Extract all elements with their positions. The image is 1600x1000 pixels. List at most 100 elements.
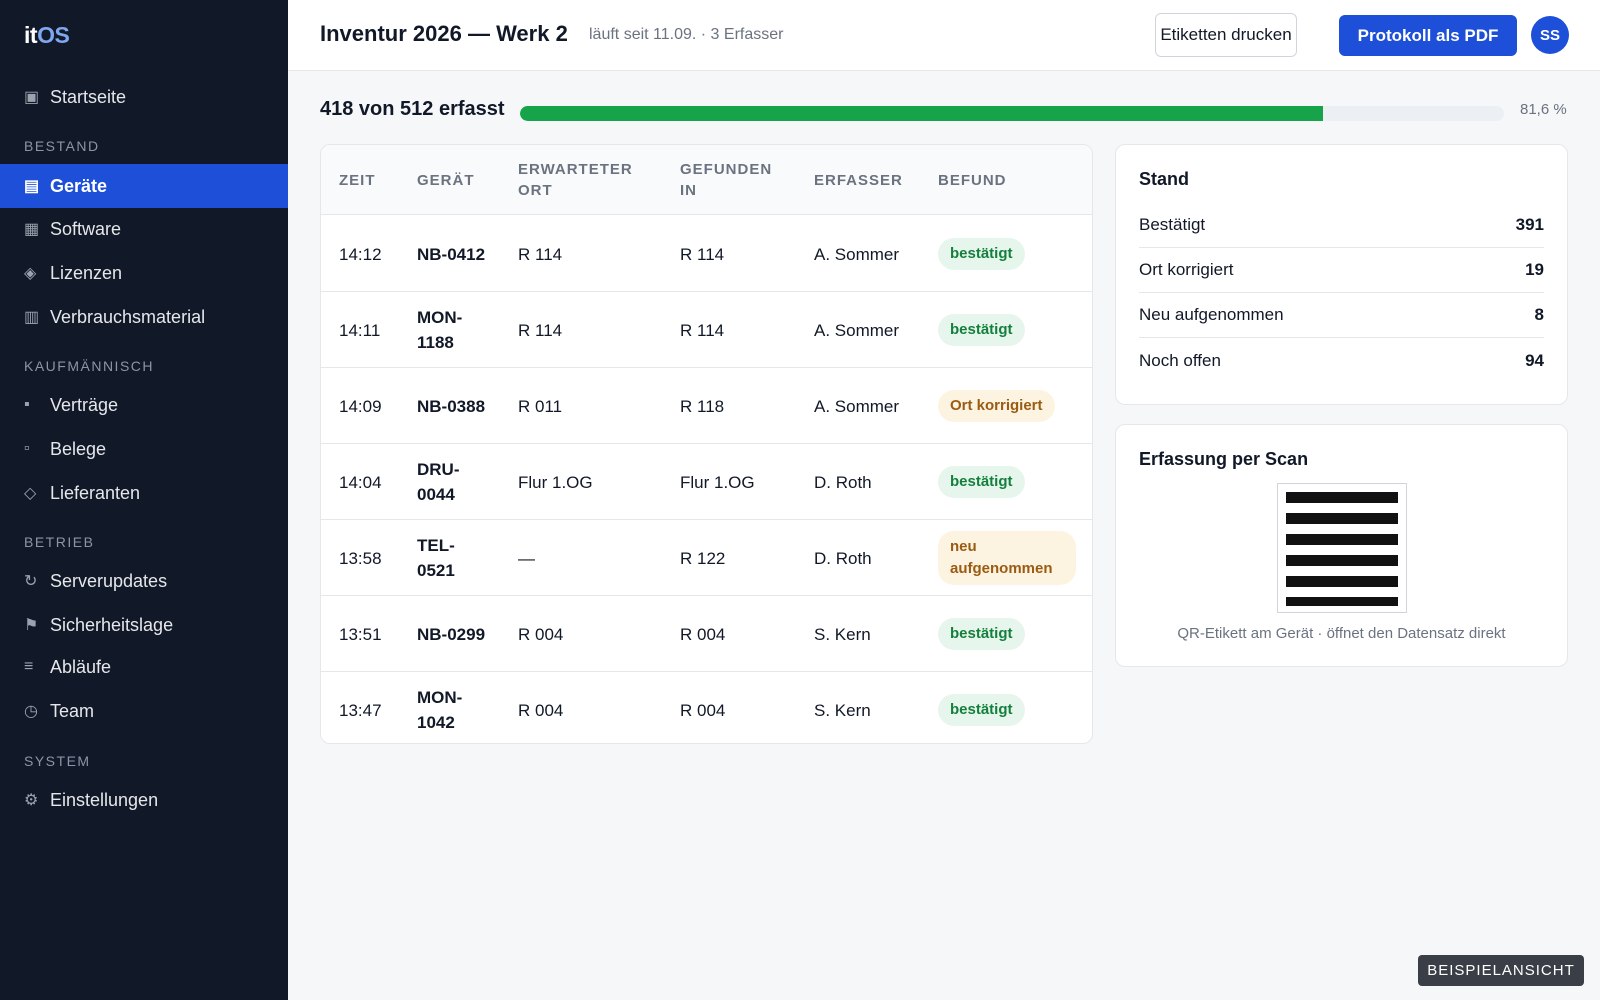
cell-erwarteter-ort: — bbox=[518, 548, 535, 568]
stat-value: 8 bbox=[1534, 305, 1544, 324]
sidebar-item-label: Team bbox=[50, 700, 95, 721]
cell-erfasser: A. Sommer bbox=[814, 244, 900, 264]
stat-label: Neu aufgenommen bbox=[1139, 305, 1284, 324]
stat-label: Bestätigt bbox=[1139, 215, 1206, 234]
table-row[interactable]: 13:47 MON-1042 R 004 R 004 S. Kern bestätigt bbox=[321, 672, 1092, 743]
cell-geraet: NB-0299 bbox=[417, 624, 486, 644]
list-icon: ≡ bbox=[24, 658, 34, 675]
scan-log-table: ZEIT GERÄT ERWARTETER ORT GEFUNDEN IN ER… bbox=[320, 144, 1093, 744]
sidebar-item-software[interactable]: ▦ Software bbox=[0, 207, 288, 251]
sidebar-item-vertraege[interactable]: ▪ Verträge bbox=[0, 383, 288, 427]
clock-icon: ◷ bbox=[24, 703, 38, 720]
cell-erfasser: S. Kern bbox=[814, 624, 871, 644]
sidebar-section-betrieb: BETRIEB bbox=[24, 534, 95, 550]
print-labels-button[interactable]: Etiketten drucken bbox=[1155, 13, 1297, 57]
page-subtitle: läuft seit 11.09. · 3 Erfasser bbox=[589, 26, 784, 43]
refresh-icon: ↻ bbox=[24, 573, 38, 590]
table-row[interactable]: 14:09 NB-0388 R 011 R 118 A. Sommer Ort korri… bbox=[321, 368, 1092, 444]
progress-bar bbox=[520, 106, 1504, 121]
receipts-icon: ▫ bbox=[24, 440, 30, 457]
sidebar-item-label: Sicherheitslage bbox=[50, 614, 174, 635]
sidebar-section-bestand: BESTAND bbox=[24, 138, 100, 154]
page-header: Inventur 2026 — Werk 2 läuft seit 11.09.… bbox=[288, 0, 1600, 71]
cell-gefunden-in: R 122 bbox=[680, 548, 726, 568]
sidebar-item-serverupdates[interactable]: ↻ Serverupdates bbox=[0, 559, 288, 603]
column-header-zeit: ZEIT bbox=[339, 171, 376, 189]
sidebar-item-label: Verbrauchsmaterial bbox=[50, 306, 206, 327]
cell-erwarteter-ort: Flur 1.OG bbox=[518, 472, 593, 492]
cell-gefunden-in: R 114 bbox=[680, 244, 725, 264]
sidebar-section-system: SYSTEM bbox=[24, 753, 91, 769]
dashboard-icon: ▣ bbox=[24, 89, 40, 106]
sidebar-item-label: Geräte bbox=[50, 175, 108, 196]
column-header-geraet: GERÄT bbox=[417, 171, 475, 189]
progress-label: 418 von 512 erfasst bbox=[320, 98, 505, 120]
gear-icon: ⚙ bbox=[24, 792, 39, 809]
app-logo[interactable]: itOS bbox=[24, 22, 70, 49]
cell-geraet: TEL-0521 bbox=[417, 536, 455, 580]
cell-erfasser: A. Sommer bbox=[814, 396, 900, 416]
qr-code-icon bbox=[1277, 483, 1407, 613]
status-badge: bestätigt bbox=[938, 466, 1025, 498]
suppliers-icon: ◇ bbox=[24, 485, 37, 502]
stat-row-neu-aufgenommen: Neu aufgenommen 8 bbox=[1139, 293, 1544, 338]
status-badge: bestätigt bbox=[938, 314, 1025, 346]
sidebar-item-label: Belege bbox=[50, 438, 107, 459]
consumables-icon: ▥ bbox=[24, 309, 40, 326]
flag-icon: ⚑ bbox=[24, 617, 39, 634]
card-title: Erfassung per Scan bbox=[1139, 449, 1309, 469]
cell-erwarteter-ort: R 011 bbox=[518, 396, 563, 416]
sidebar-item-geraete[interactable]: ▤ Geräte bbox=[0, 164, 288, 208]
cell-zeit: 14:12 bbox=[339, 244, 382, 264]
sidebar-item-label: Abläufe bbox=[50, 656, 112, 677]
table-row[interactable]: 13:58 TEL-0521 — R 122 D. Roth neu aufgenomme… bbox=[321, 520, 1092, 596]
status-badge: bestätigt bbox=[938, 238, 1025, 270]
stat-row-noch-offen: Noch offen 94 bbox=[1139, 338, 1544, 383]
table-row[interactable]: 13:51 NB-0299 R 004 R 004 S. Kern bestätigt bbox=[321, 596, 1092, 672]
page-title: Inventur 2026 — Werk 2 bbox=[320, 21, 568, 46]
sidebar-section-kaufmaennisch: KAUFMÄNNISCH bbox=[24, 358, 155, 374]
sidebar-item-label: Startseite bbox=[50, 86, 127, 107]
stat-row-ort-korrigiert: Ort korrigiert 19 bbox=[1139, 248, 1544, 293]
sidebar-item-ablaeufe[interactable]: ≡ Abläufe bbox=[0, 645, 288, 689]
sidebar-item-label: Lizenzen bbox=[50, 262, 123, 283]
cell-befund: bestätigt bbox=[938, 216, 1025, 292]
demo-watermark: BEISPIELANSICHT bbox=[1418, 955, 1584, 986]
cell-befund: bestätigt bbox=[938, 292, 1025, 368]
status-summary-card: Stand Bestätigt 391 Ort korrigiert 19 Ne… bbox=[1115, 144, 1568, 405]
column-header-erwarteter-ort: ERWARTETER ORT bbox=[518, 161, 633, 199]
sidebar-item-lizenzen[interactable]: ◈ Lizenzen bbox=[0, 251, 288, 295]
stat-value: 94 bbox=[1525, 350, 1544, 370]
sidebar-item-einstellungen[interactable]: ⚙ Einstellungen bbox=[0, 778, 288, 822]
stat-row-bestaetigt: Bestätigt 391 bbox=[1139, 203, 1544, 248]
cell-erfasser: A. Sommer bbox=[814, 320, 900, 340]
sidebar-item-team[interactable]: ◷ Team bbox=[0, 689, 288, 733]
table-row[interactable]: 14:11 MON-1188 R 114 R 114 A. Sommer bestätig… bbox=[321, 292, 1092, 368]
table-row[interactable]: 14:12 NB-0412 R 114 R 114 A. Sommer bestätigt bbox=[321, 216, 1092, 292]
cell-geraet: DRU-0044 bbox=[417, 460, 460, 504]
column-header-erfasser: ERFASSER bbox=[814, 171, 903, 189]
status-badge: bestätigt bbox=[938, 694, 1025, 726]
cell-geraet: MON-1042 bbox=[417, 688, 463, 732]
scan-capture-card: Erfassung per Scan QR-Etikett am Gerät ·… bbox=[1115, 424, 1568, 667]
cell-erfasser: S. Kern bbox=[814, 700, 871, 720]
sidebar-item-lieferanten[interactable]: ◇ Lieferanten bbox=[0, 471, 288, 515]
column-header-befund: BEFUND bbox=[938, 171, 1007, 189]
cell-gefunden-in: R 114 bbox=[680, 320, 725, 340]
sidebar-item-label: Einstellungen bbox=[50, 789, 159, 810]
progress-fill bbox=[520, 106, 1324, 121]
sidebar-item-label: Lieferanten bbox=[50, 482, 141, 503]
avatar[interactable]: SS bbox=[1531, 16, 1569, 54]
sidebar-item-verbrauchsmaterial[interactable]: ▥ Verbrauchsmaterial bbox=[0, 295, 288, 339]
cell-gefunden-in: R 004 bbox=[680, 700, 726, 720]
stat-value: 391 bbox=[1515, 215, 1544, 234]
cell-erfasser: D. Roth bbox=[814, 548, 872, 568]
sidebar-item-belege[interactable]: ▫ Belege bbox=[0, 427, 288, 471]
table-row[interactable]: 14:04 DRU-0044 Flur 1.OG Flur 1.OG D. Roth be… bbox=[321, 444, 1092, 520]
sidebar-item-sicherheitslage[interactable]: ⚑ Sicherheitslage bbox=[0, 603, 288, 647]
export-pdf-button[interactable]: Protokoll als PDF bbox=[1339, 15, 1517, 56]
contracts-icon: ▪ bbox=[24, 396, 30, 413]
cell-befund: bestätigt bbox=[938, 444, 1025, 520]
sidebar-item-label: Verträge bbox=[50, 394, 119, 415]
sidebar-item-startseite[interactable]: ▣ Startseite bbox=[0, 75, 288, 119]
